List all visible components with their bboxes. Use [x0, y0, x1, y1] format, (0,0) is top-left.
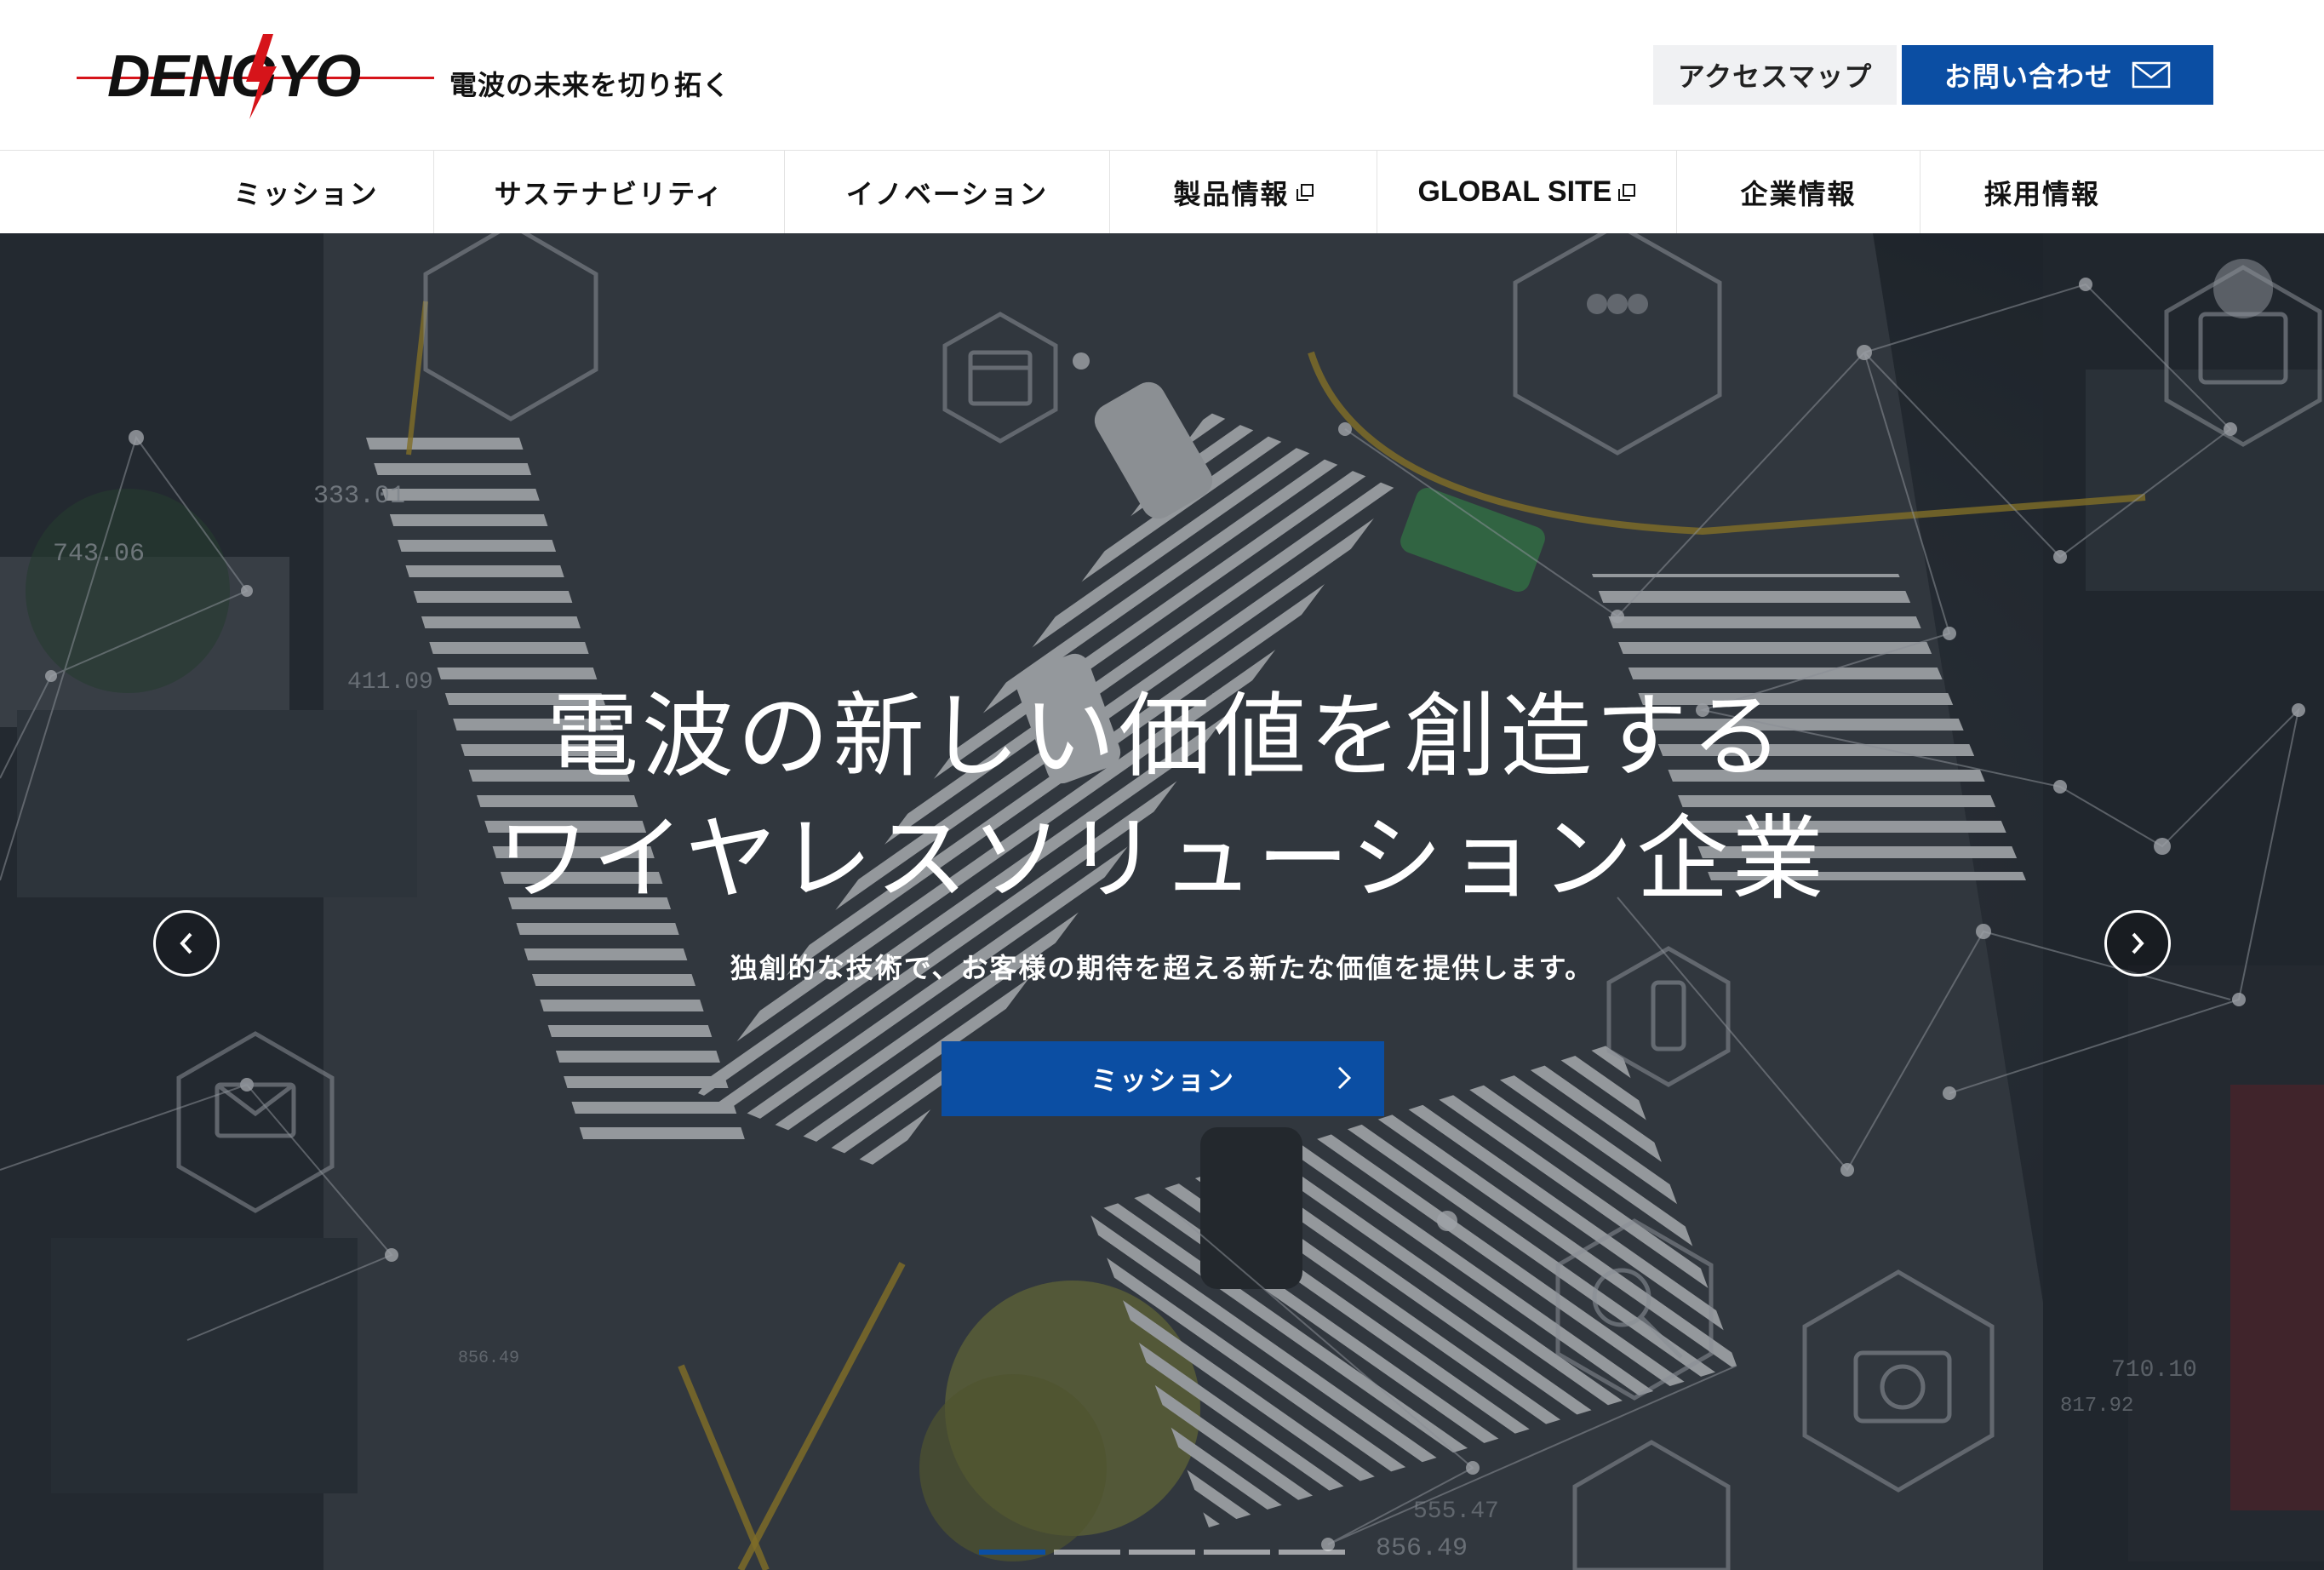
contact-button[interactable]: お問い合わせ — [1902, 45, 2213, 105]
chevron-right-icon — [1337, 1066, 1352, 1090]
slider-dot[interactable] — [1129, 1550, 1195, 1555]
slider-dot[interactable] — [1279, 1550, 1345, 1555]
nav-item-innovation[interactable]: イノベーション — [785, 151, 1110, 233]
nav-item-products[interactable]: 製品情報 — [1110, 151, 1377, 233]
nav-item-company[interactable]: 企業情報 — [1677, 151, 1920, 233]
hero-mission-button-label: ミッション — [1090, 1064, 1235, 1097]
external-link-icon — [1296, 183, 1314, 201]
nav-item-label: イノベーション — [845, 177, 1049, 210]
mail-icon — [2132, 61, 2171, 89]
contact-button-label: お問い合わせ — [1943, 60, 2113, 93]
external-link-icon — [1618, 183, 1636, 201]
slider-prev-button[interactable] — [153, 910, 220, 977]
dengyo-logo[interactable]: DENGYO — [77, 34, 434, 119]
nav-item-mission[interactable]: ミッション — [179, 151, 434, 233]
slider-dot[interactable] — [1204, 1550, 1270, 1555]
hero-title: 電波の新しい価値を創造する ワイヤレスソリューション企業 — [0, 676, 2324, 921]
nav-item-label: サステナビリティ — [494, 177, 724, 210]
access-map-button[interactable]: アクセスマップ — [1653, 45, 1897, 105]
slider-dot[interactable] — [1054, 1550, 1120, 1555]
site-header: DENGYO 電波の未来を切り拓く アクセスマップ お問い合わせ — [0, 0, 2324, 150]
hero-slider: 333.01 743.06 411.09 856.49 710.10 817.9… — [0, 233, 2324, 1570]
hero-title-line1: 電波の新しい価値を創造する — [546, 684, 1786, 790]
tagline: 電波の未来を切り拓く — [449, 69, 731, 101]
chevron-left-icon — [180, 932, 192, 954]
hero-title-line2: ワイヤレスソリューション企業 — [496, 806, 1828, 913]
hero-mission-button[interactable]: ミッション — [942, 1041, 1384, 1116]
nav-item-label: 製品情報 — [1173, 177, 1290, 210]
nav-item-recruit[interactable]: 採用情報 — [1920, 151, 2164, 233]
chevron-right-icon — [2132, 932, 2144, 954]
nav-item-label: 企業情報 — [1740, 177, 1857, 210]
nav-item-sustainability[interactable]: サステナビリティ — [434, 151, 785, 233]
global-nav: ミッション サステナビリティ イノベーション 製品情報 GLOBAL SITE … — [0, 150, 2324, 233]
nav-item-label: ミッション — [233, 177, 379, 210]
nav-item-global-site[interactable]: GLOBAL SITE — [1377, 151, 1677, 233]
slider-pagination — [979, 1550, 1345, 1555]
logo-bolt-icon — [246, 34, 277, 119]
nav-item-label: GLOBAL SITE — [1417, 175, 1612, 208]
hero-subtitle: 独創的な技術で、お客様の期待を超える新たな価値を提供します。 — [730, 952, 1594, 984]
slider-dot[interactable] — [979, 1550, 1045, 1555]
nav-item-label: 採用情報 — [1983, 177, 2100, 210]
slider-next-button[interactable] — [2104, 910, 2171, 977]
